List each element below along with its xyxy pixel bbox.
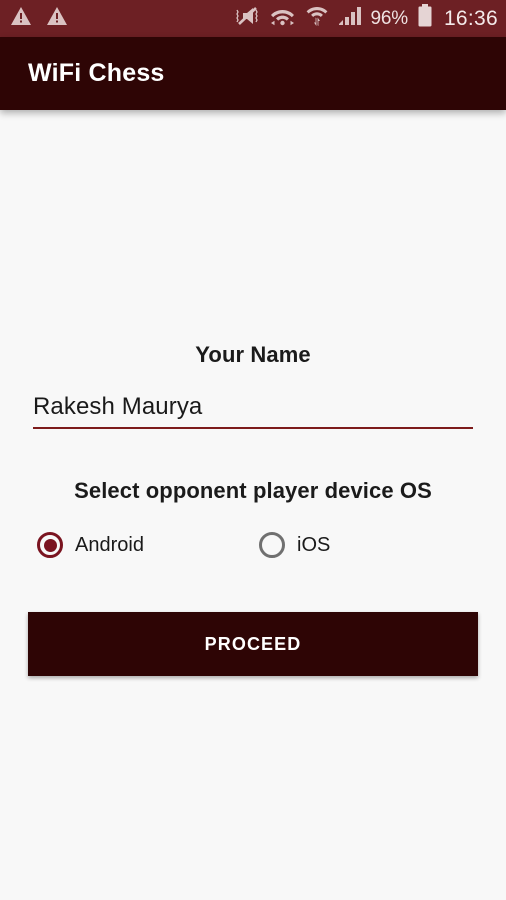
warning-triangle-icon: [46, 6, 68, 31]
app-title: WiFi Chess: [28, 59, 165, 87]
radio-unselected-icon[interactable]: [259, 532, 285, 558]
battery-icon: [417, 4, 433, 33]
radio-label-android: Android: [75, 533, 144, 556]
status-bar: 96% 16:36: [0, 0, 506, 37]
warning-triangle-icon: [10, 6, 32, 31]
radio-option-android[interactable]: Android: [37, 532, 259, 558]
opponent-os-label: Select opponent player device OS: [74, 478, 432, 503]
name-field-wrapper[interactable]: [33, 393, 473, 429]
main-content: Your Name Select opponent player device …: [0, 110, 506, 900]
clock-label: 16:36: [443, 7, 498, 30]
opponent-os-radio-group[interactable]: Android iOS: [37, 532, 477, 558]
status-bar-right-icons: 96% 16:36: [234, 4, 499, 33]
status-bar-left-icons: [10, 6, 68, 31]
name-label: Your Name: [195, 342, 311, 367]
proceed-button[interactable]: PROCEED: [28, 612, 478, 676]
radio-selected-icon[interactable]: [37, 532, 63, 558]
radio-option-ios[interactable]: iOS: [259, 532, 330, 558]
radio-dot: [43, 538, 57, 552]
volume-muted-icon: [234, 5, 260, 32]
name-input[interactable]: [33, 393, 473, 421]
app-bar: WiFi Chess: [0, 37, 506, 110]
radio-label-ios: iOS: [297, 533, 331, 556]
wifi-hotspot-icon: [305, 5, 329, 32]
wifi-data-transfer-icon: [269, 5, 296, 32]
cellular-signal-icon: [338, 6, 362, 32]
battery-percentage-label: 96%: [370, 8, 409, 29]
